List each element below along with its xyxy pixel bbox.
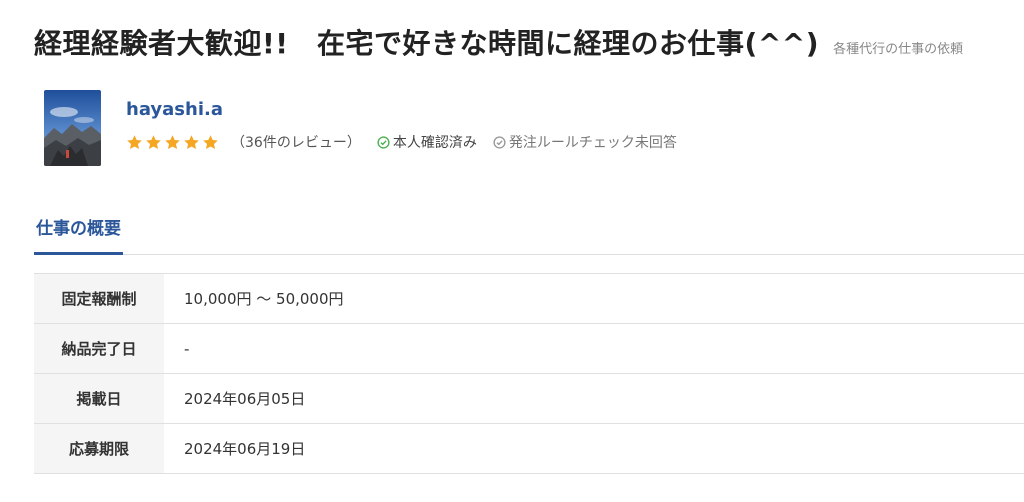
- table-row: 納品完了日 -: [34, 323, 1024, 374]
- row-label: 納品完了日: [34, 323, 164, 374]
- table-row: 応募期限 2024年06月19日: [34, 423, 1024, 474]
- client-avatar[interactable]: [44, 90, 101, 166]
- check-circle-icon: [377, 135, 390, 149]
- job-summary-table: 固定報酬制 10,000円 〜 50,000円 納品完了日 - 掲載日 2024…: [34, 273, 1024, 474]
- row-value: -: [184, 339, 190, 358]
- row-label: 掲載日: [34, 373, 164, 424]
- mountain-photo: [44, 90, 101, 166]
- tab-job-overview[interactable]: 仕事の概要: [34, 210, 123, 255]
- star-icon: [146, 134, 161, 149]
- table-row: 掲載日 2024年06月05日: [34, 373, 1024, 424]
- review-count-link[interactable]: （36件のレビュー）: [231, 132, 361, 152]
- client-name-link[interactable]: hayashi.a: [126, 99, 223, 120]
- rule-check-badge: 発注ルールチェック未回答: [493, 132, 677, 152]
- verified-label: 本人確認済み: [392, 135, 477, 151]
- title-row: 経理経験者大歓迎!! 在宅で好きな時間に経理のお仕事(^^) 各種代行の仕事の依…: [34, 22, 963, 62]
- job-title: 経理経験者大歓迎!! 在宅で好きな時間に経理のお仕事(^^): [34, 27, 820, 60]
- row-value: 2024年06月05日: [184, 390, 306, 408]
- star-icon: [203, 134, 218, 149]
- check-circle-icon: [493, 135, 506, 149]
- row-value: 10,000円 〜 50,000円: [184, 290, 344, 308]
- tab-bar: 仕事の概要: [34, 210, 1024, 255]
- category-link[interactable]: 各種代行の仕事の依頼: [833, 38, 963, 57]
- client-section: hayashi.a （36件のレビュー） 本人確認済み 発注ルールチェック未回答: [44, 90, 693, 166]
- row-value: 2024年06月19日: [184, 440, 306, 458]
- star-icon: [165, 134, 180, 149]
- client-info: hayashi.a （36件のレビュー） 本人確認済み 発注ルールチェック未回答: [126, 90, 693, 166]
- star-icon: [127, 134, 142, 149]
- client-meta: （36件のレビュー） 本人確認済み 発注ルールチェック未回答: [126, 132, 693, 152]
- row-label: 固定報酬制: [34, 273, 164, 324]
- rating-stars: [126, 134, 219, 151]
- verified-badge: 本人確認済み: [377, 132, 477, 152]
- rule-check-label: 発注ルールチェック未回答: [508, 135, 677, 151]
- table-row: 固定報酬制 10,000円 〜 50,000円: [34, 273, 1024, 324]
- row-label: 応募期限: [34, 423, 164, 474]
- job-detail-page: 経理経験者大歓迎!! 在宅で好きな時間に経理のお仕事(^^) 各種代行の仕事の依…: [0, 0, 1024, 502]
- star-icon: [184, 134, 199, 149]
